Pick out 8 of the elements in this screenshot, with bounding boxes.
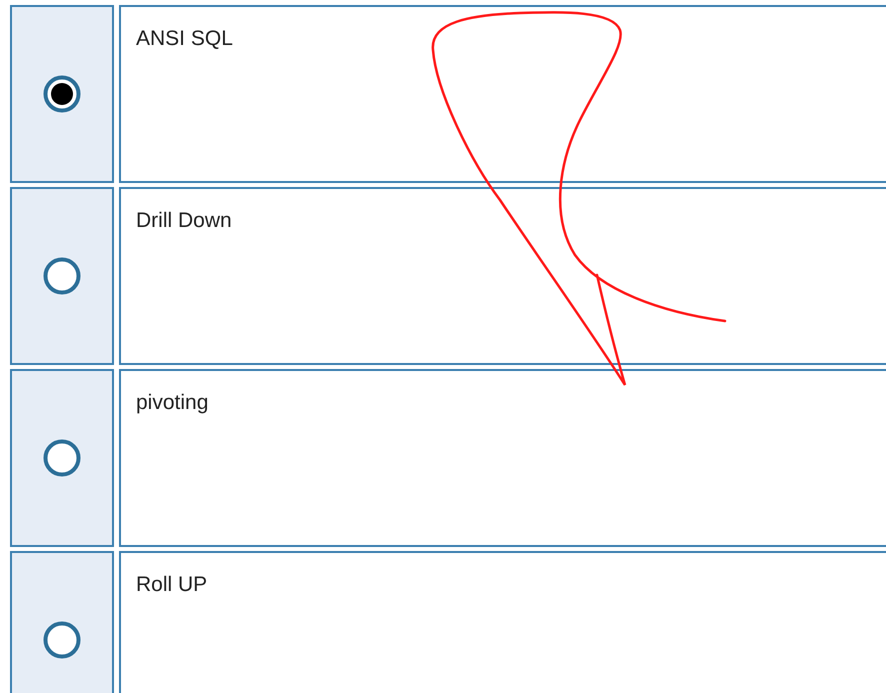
radio-button[interactable] <box>43 75 81 113</box>
radio-button[interactable] <box>43 439 81 477</box>
radio-button[interactable] <box>43 257 81 295</box>
option-label: Drill Down <box>136 209 232 232</box>
option-label: Roll UP <box>136 573 208 596</box>
option-label: ANSI SQL <box>136 27 233 50</box>
radio-button[interactable] <box>43 621 81 659</box>
option-label: pivoting <box>136 391 208 414</box>
